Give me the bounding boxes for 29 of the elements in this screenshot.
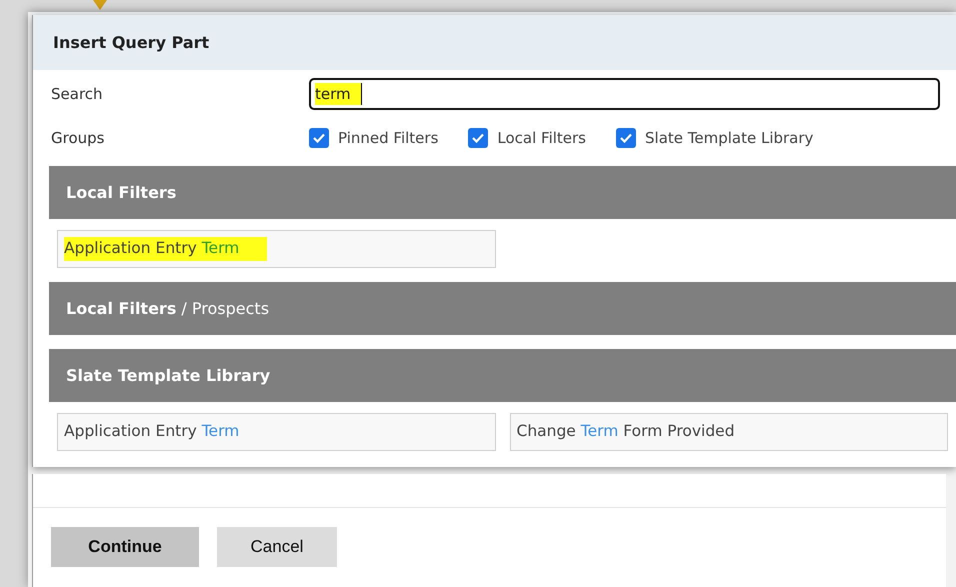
checkbox[interactable] [468, 128, 488, 148]
checkbox[interactable] [616, 128, 636, 148]
result-item[interactable]: Application Entry Term [57, 413, 496, 451]
result-label: Application Entry Term [64, 237, 268, 261]
match-text: Term [202, 422, 240, 440]
checkbox-label: Pinned Filters [338, 128, 438, 149]
search-field[interactable]: term [309, 78, 940, 110]
search-value: term [315, 82, 362, 106]
arrow-icon [93, 0, 107, 10]
checkmark-icon [471, 131, 486, 145]
checkbox[interactable] [309, 128, 329, 148]
checkbox-label: Slate Template Library [645, 128, 814, 149]
groups-label: Groups [51, 128, 106, 149]
section-title: Slate Template Library [66, 364, 270, 386]
result-label: Application Entry Term [64, 421, 240, 442]
search-label: Search [51, 84, 104, 105]
dialog-button[interactable]: Cancel [217, 527, 337, 567]
dialog-title: Insert Query Part [53, 32, 210, 54]
match-text: Term [580, 422, 618, 440]
checkbox-label: Local Filters [497, 128, 586, 149]
match-text: Term [202, 239, 240, 258]
checkmark-icon [312, 131, 326, 145]
section-title: Local Filters / Prospects [66, 298, 270, 320]
result-item[interactable]: Application Entry Term [57, 230, 496, 268]
result-item[interactable]: Change Term Form Provided [510, 413, 948, 451]
section-title: Local Filters [66, 182, 176, 204]
checkmark-icon [619, 131, 633, 145]
dialog-button[interactable]: Continue [51, 527, 199, 567]
result-label: Change Term Form Provided [516, 421, 735, 442]
